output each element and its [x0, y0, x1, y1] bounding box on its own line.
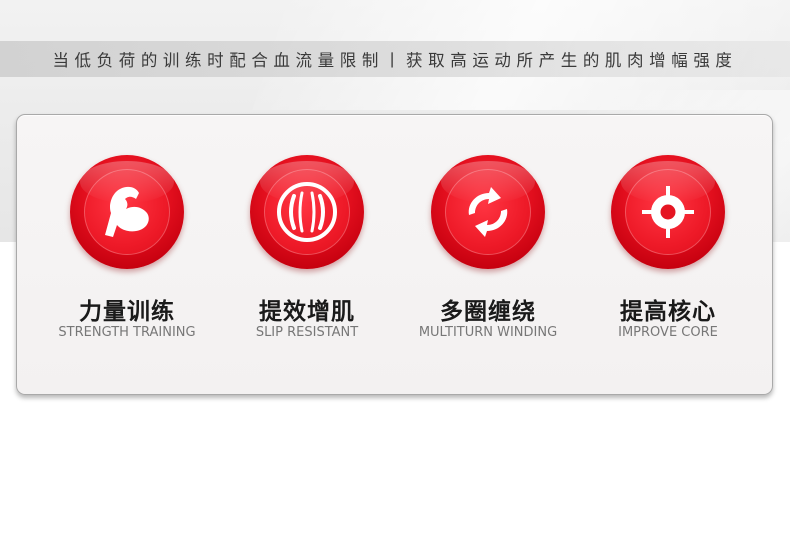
- feature-badge: [70, 155, 184, 269]
- feature-title: 多圈缠绕: [440, 299, 536, 325]
- feature-multiturn-winding: 多圈缠绕 MULTITURN WINDING: [388, 155, 588, 345]
- feature-subtitle: MULTITURN WINDING: [418, 325, 558, 340]
- feature-badge: [431, 155, 545, 269]
- feature-badge: [250, 155, 364, 269]
- features-panel: 力量训练 STRENGTH TRAINING 提效增肌 SLIP RESISTA…: [16, 114, 773, 395]
- feature-subtitle: STRENGTH TRAINING: [58, 325, 196, 340]
- feature-badge: [611, 155, 725, 269]
- feature-title: 力量训练: [79, 299, 175, 325]
- feature-title: 提效增肌: [259, 299, 355, 325]
- slogan-band: 当低负荷的训练时配合血流量限制丨获取高运动所产生的肌肉增幅强度: [0, 41, 790, 77]
- feature-subtitle: IMPROVE CORE: [618, 325, 718, 340]
- bicep-arm-icon: [105, 186, 149, 237]
- feature-title: 提高核心: [620, 299, 716, 325]
- feature-subtitle: SLIP RESISTANT: [255, 325, 359, 340]
- crosshair-target-icon: [642, 186, 694, 238]
- feature-improve-core: 提高核心 IMPROVE CORE: [568, 155, 768, 345]
- slogan-text: 当低负荷的训练时配合血流量限制丨获取高运动所产生的肌肉增幅强度: [52, 51, 738, 70]
- refresh-arrows-icon: [468, 187, 508, 237]
- feature-strength-training: 力量训练 STRENGTH TRAINING: [27, 155, 227, 345]
- muscle-band-icon: [277, 182, 337, 242]
- feature-slip-resistant: 提效增肌 SLIP RESISTANT: [207, 155, 407, 345]
